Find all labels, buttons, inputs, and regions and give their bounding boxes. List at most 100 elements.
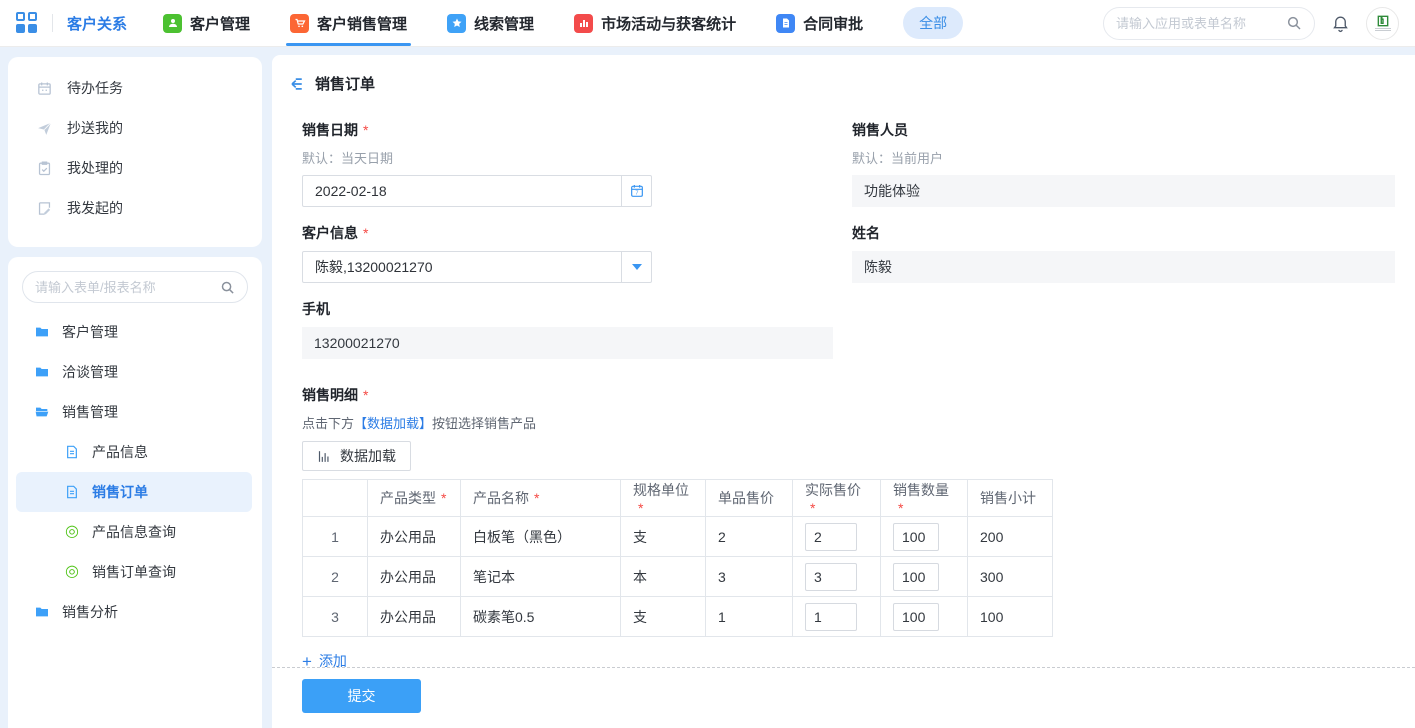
required-asterisk: * (810, 500, 815, 516)
col-product-name: 产品名称* (461, 480, 621, 517)
notification-bell-icon[interactable] (1331, 14, 1350, 33)
table-row: 2 办公用品 笔记本 本 3 300 (303, 557, 1053, 597)
actual-price-input[interactable] (805, 523, 857, 551)
form-search-box[interactable] (22, 271, 248, 303)
quantity-input[interactable] (893, 563, 939, 591)
data-load-hint-link[interactable]: 【数据加载】 (354, 416, 432, 431)
sidebar-item-handled-by-me[interactable]: 我处理的 (8, 148, 262, 188)
required-asterisk: * (363, 225, 368, 241)
tree-label: 洽谈管理 (62, 362, 118, 382)
quick-item-label: 我处理的 (67, 158, 123, 178)
svg-text:7: 7 (635, 191, 638, 197)
cell-actual-price (793, 517, 881, 557)
row-index: 1 (303, 517, 368, 557)
calendar-picker-button[interactable]: 7 (621, 176, 651, 206)
cell-subtotal: 300 (968, 557, 1053, 597)
field-hint: 默认：当前用户 (852, 148, 1395, 167)
edit-document-icon (36, 200, 53, 217)
customer-select-value[interactable] (303, 252, 621, 282)
back-icon[interactable] (286, 75, 304, 93)
field-name: 姓名 陈毅 (852, 223, 1395, 283)
app-launcher-icon[interactable] (16, 12, 38, 34)
mobile-value: 13200021270 (302, 327, 833, 359)
chevron-down-icon (632, 264, 642, 270)
sidebar-item-todo-tasks[interactable]: 待办任务 (8, 68, 262, 108)
field-customer-info: 客户信息* (302, 223, 833, 283)
tree-folder-sales-analysis[interactable]: 销售分析 (8, 592, 262, 632)
cell-quantity (881, 597, 968, 637)
required-asterisk: * (638, 500, 643, 516)
sidebar-item-initiated-by-me[interactable]: 我发起的 (8, 188, 262, 228)
tab-customer-management[interactable]: 客户管理 (163, 0, 250, 46)
actual-price-input[interactable] (805, 563, 857, 591)
query-icon: ◎ (64, 524, 80, 540)
app-search-box[interactable] (1103, 7, 1315, 40)
tree-folder-negotiation-management[interactable]: 洽谈管理 (8, 352, 262, 392)
field-mobile: 手机 13200021270 (302, 299, 833, 359)
tab-customer-sales-management[interactable]: 客户销售管理 (290, 0, 407, 46)
send-icon (36, 120, 53, 137)
form-body: 销售日期* 默认：当天日期 7 销售人员 默认：当前用户 功能体验 (272, 94, 1415, 672)
tree-folder-sales-management[interactable]: 销售管理 (8, 392, 262, 432)
calendar-icon: 7 (629, 183, 645, 199)
tab-contract-approval[interactable]: 合同审批 (776, 0, 863, 46)
app-tabs: 客户管理 客户销售管理 线索管理 市场活动与获客统计 (163, 0, 963, 46)
tree-label: 销售分析 (62, 602, 118, 622)
quick-item-label: 抄送我的 (67, 118, 123, 138)
all-apps-pill[interactable]: 全部 (903, 7, 963, 39)
tree-query-sales-order[interactable]: ◎ 销售订单查询 (8, 552, 262, 592)
quantity-input[interactable] (893, 603, 939, 631)
app-search-input[interactable] (1116, 16, 1278, 31)
form-search-input[interactable] (35, 280, 212, 295)
person-app-icon (163, 14, 182, 33)
main-form-panel: 销售订单 销售日期* 默认：当天日期 7 销售人员 (272, 55, 1415, 728)
button-label: 数据加载 (340, 446, 396, 466)
quantity-input[interactable] (893, 523, 939, 551)
search-icon[interactable] (220, 280, 235, 295)
clipboard-check-icon (36, 160, 53, 177)
search-icon[interactable] (1286, 15, 1302, 31)
hint-text: 点击下方 (302, 416, 354, 431)
data-load-button[interactable]: 数据加载 (302, 441, 411, 471)
tree-query-product-info[interactable]: ◎ 产品信息查询 (8, 512, 262, 552)
app-window: 客户关系 客户管理 客户销售管理 线索管理 (0, 0, 1415, 728)
cell-subtotal: 100 (968, 597, 1053, 637)
tab-marketing-statistics[interactable]: 市场活动与获客统计 (574, 0, 736, 46)
org-logo-avatar[interactable] (1366, 7, 1399, 40)
divider (52, 14, 53, 32)
sales-detail-table: 产品类型* 产品名称* 规格单位* 单品售价 实际售价* 销售数量* 销售小计 … (302, 479, 1053, 637)
tree-form-sales-order[interactable]: 销售订单 (16, 472, 252, 512)
tree-form-product-info[interactable]: 产品信息 (8, 432, 262, 472)
chart-app-icon (574, 14, 593, 33)
required-asterisk: * (363, 387, 368, 403)
field-label: 销售明细 (302, 387, 358, 403)
top-navigation-bar: 客户关系 客户管理 客户销售管理 线索管理 (0, 0, 1415, 47)
tab-label: 客户管理 (190, 13, 250, 34)
form-document-icon (64, 444, 80, 460)
field-hint: 默认：当天日期 (302, 148, 833, 167)
tree-folder-customer-management[interactable]: 客户管理 (8, 312, 262, 352)
date-picker: 7 (302, 175, 652, 207)
workspace-name[interactable]: 客户关系 (67, 13, 127, 34)
cell-product-name: 碳素笔0.5 (461, 597, 621, 637)
tab-label: 市场活动与获客统计 (601, 13, 736, 34)
table-header-row: 产品类型* 产品名称* 规格单位* 单品售价 实际售价* 销售数量* 销售小计 (303, 480, 1053, 517)
tab-label: 客户销售管理 (317, 13, 407, 34)
actual-price-input[interactable] (805, 603, 857, 631)
cell-product-type: 办公用品 (368, 597, 461, 637)
submit-button[interactable]: 提交 (302, 679, 421, 713)
tab-leads-management[interactable]: 线索管理 (447, 0, 534, 46)
form-header: 销售订单 (272, 55, 1415, 94)
col-subtotal: 销售小计 (968, 480, 1053, 517)
page-title: 销售订单 (315, 73, 375, 94)
tree-label: 销售管理 (62, 402, 118, 422)
tree-label: 销售订单查询 (92, 562, 176, 582)
customer-select[interactable] (302, 251, 652, 283)
form-footer: 提交 (272, 667, 1415, 713)
select-dropdown-button[interactable] (621, 252, 651, 282)
cell-quantity (881, 557, 968, 597)
col-actual-price: 实际售价* (793, 480, 881, 517)
sale-date-input[interactable] (303, 176, 621, 206)
sidebar-item-cc-to-me[interactable]: 抄送我的 (8, 108, 262, 148)
query-icon: ◎ (64, 564, 80, 580)
